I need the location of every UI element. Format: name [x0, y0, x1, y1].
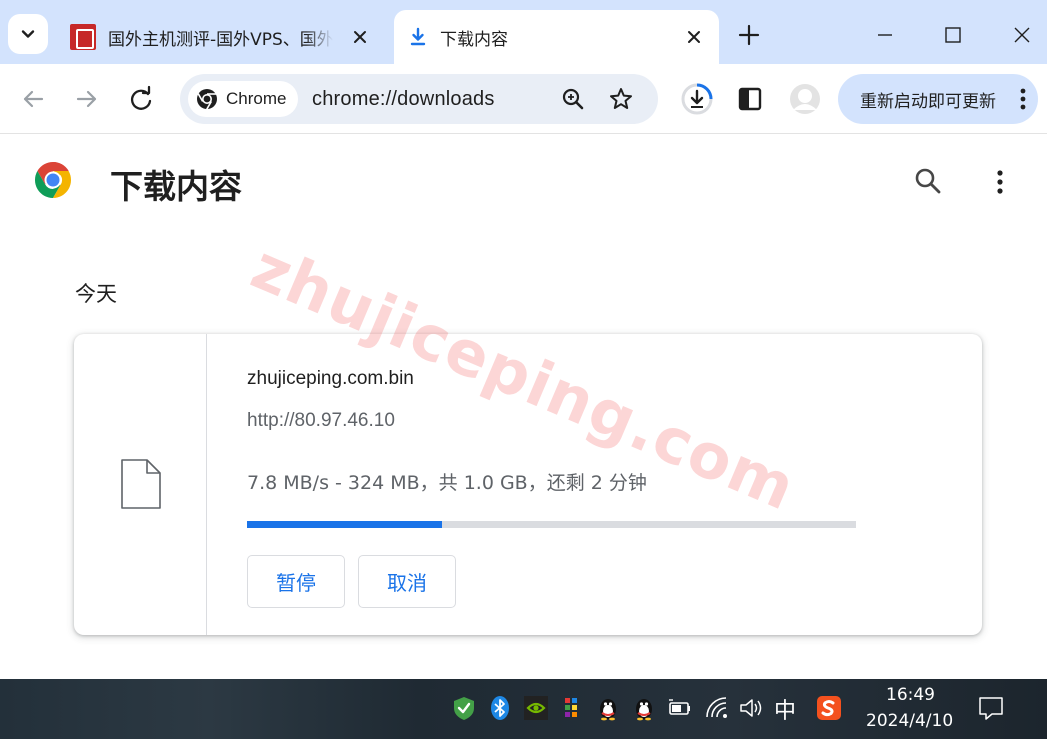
clock-time[interactable]: 16:49 — [886, 685, 935, 705]
close-icon[interactable] — [685, 28, 703, 46]
file-icon — [121, 459, 161, 509]
cancel-button[interactable]: 取消 — [358, 555, 456, 608]
zoom-icon[interactable] — [560, 86, 586, 112]
window-close-icon[interactable] — [1005, 18, 1039, 52]
nvidia-icon[interactable] — [523, 695, 549, 721]
windows-taskbar: 中 16:49 2024/4/10 — [0, 679, 1047, 739]
url-text[interactable]: chrome://downloads — [312, 88, 495, 111]
site-chip-label: Chrome — [226, 89, 287, 108]
tab-title: 下载内容 — [440, 29, 508, 50]
browser-toolbar: Chrome chrome://downloads 重新启动即可更新 — [0, 64, 1047, 134]
close-icon[interactable] — [351, 28, 369, 46]
tab-zhujiceping[interactable]: 国外主机测评-国外VPS、国外 — [60, 10, 385, 64]
bookmark-star-icon[interactable] — [608, 86, 634, 112]
site-info-chip[interactable]: Chrome — [188, 81, 299, 117]
sogou-input-icon[interactable] — [816, 695, 842, 721]
forward-arrow-icon[interactable] — [72, 84, 102, 114]
back-arrow-icon[interactable] — [18, 84, 48, 114]
wifi-icon[interactable] — [704, 695, 730, 721]
more-vert-icon[interactable] — [990, 167, 1010, 197]
notification-center-icon[interactable] — [978, 695, 1004, 721]
battery-icon[interactable] — [667, 695, 693, 721]
download-icon — [410, 27, 426, 46]
new-tab-plus-icon[interactable] — [734, 20, 764, 50]
relaunch-update-button[interactable]: 重新启动即可更新 — [838, 74, 1038, 124]
update-label: 重新启动即可更新 — [860, 91, 996, 112]
source-url[interactable]: http://80.97.46.10 — [247, 410, 395, 432]
download-progress-bar — [247, 521, 856, 528]
downloads-header: 下载内容 — [0, 135, 1047, 230]
page-title: 下载内容 — [110, 167, 242, 206]
color-grid-icon[interactable] — [559, 695, 585, 721]
chevron-down-icon — [21, 30, 35, 38]
profile-avatar-icon[interactable] — [788, 82, 822, 116]
address-bar[interactable]: Chrome chrome://downloads — [180, 74, 658, 124]
site-favicon-icon — [70, 24, 96, 50]
security-shield-icon[interactable] — [451, 695, 477, 721]
chrome-icon — [197, 89, 217, 110]
pause-button[interactable]: 暂停 — [247, 555, 345, 608]
tab-downloads[interactable]: 下载内容 — [394, 10, 719, 64]
qq-penguin-icon[interactable] — [595, 695, 621, 721]
minimize-icon[interactable] — [868, 18, 902, 52]
tab-strip: 国外主机测评-国外VPS、国外 下载内容 — [0, 0, 1047, 64]
file-name[interactable]: zhujiceping.com.bin — [247, 368, 414, 390]
bluetooth-icon[interactable] — [487, 695, 513, 721]
card-divider — [206, 334, 207, 635]
clock-date[interactable]: 2024/4/10 — [866, 711, 953, 731]
maximize-icon[interactable] — [936, 18, 970, 52]
progress-fill — [247, 521, 442, 528]
download-status: 7.8 MB/s - 324 MB，共 1.0 GB，还剩 2 分钟 — [247, 472, 647, 494]
chrome-logo-icon — [34, 162, 72, 198]
tab-search-button[interactable] — [8, 14, 48, 54]
ime-indicator[interactable]: 中 — [774, 693, 796, 725]
download-item-card: zhujiceping.com.bin http://80.97.46.10 7… — [74, 334, 982, 635]
date-section-heading: 今天 — [75, 282, 117, 306]
reload-icon[interactable] — [126, 84, 156, 114]
side-panel-icon[interactable] — [733, 82, 767, 116]
downloads-toolbar-icon[interactable] — [680, 82, 714, 116]
more-vert-icon[interactable] — [1020, 87, 1026, 111]
tab-title: 国外主机测评-国外VPS、国外 — [108, 29, 333, 50]
search-icon[interactable] — [912, 165, 944, 197]
speaker-volume-icon[interactable] — [738, 695, 764, 721]
qq-penguin-icon[interactable] — [631, 695, 657, 721]
